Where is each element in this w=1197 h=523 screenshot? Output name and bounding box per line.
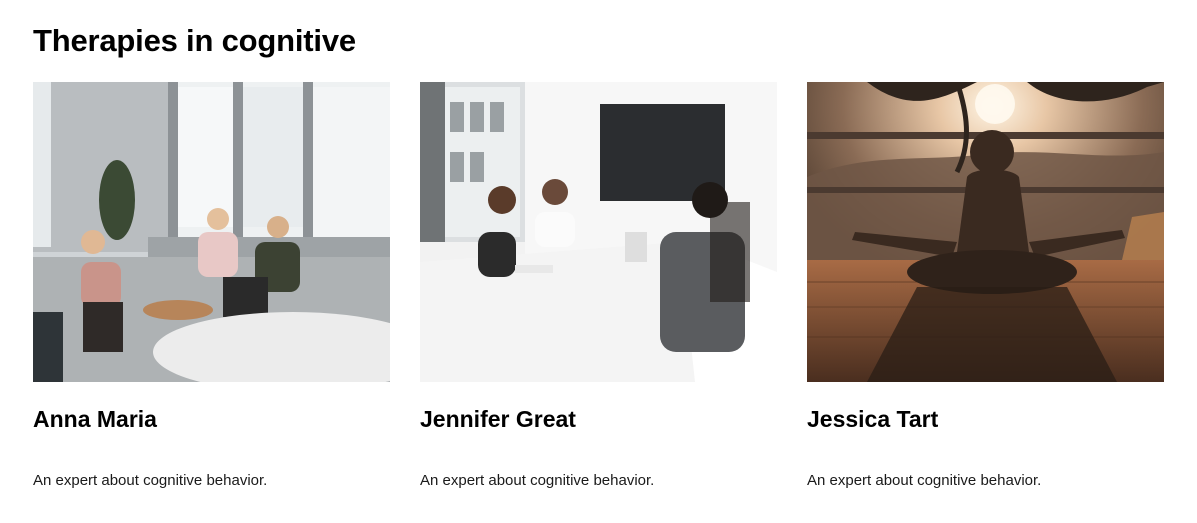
conference-table-photo (420, 82, 777, 382)
therapist-name: Jennifer Great (420, 406, 576, 432)
therapist-card[interactable]: Anna Maria An expert about cognitive beh… (33, 82, 390, 491)
therapist-description: An expert about cognitive behavior. (807, 472, 1042, 489)
therapist-card[interactable]: Jessica Tart An expert about cognitive b… (807, 82, 1164, 491)
section-title: Therapies in cognitive (33, 23, 356, 58)
therapies-section: Therapies in cognitive Anna Maria An exp… (0, 0, 1197, 523)
therapist-description: An expert about cognitive behavior. (420, 472, 655, 489)
sunset-meditation-photo (807, 82, 1164, 382)
therapist-card[interactable]: Jennifer Great An expert about cognitive… (420, 82, 777, 491)
therapist-name: Jessica Tart (807, 406, 939, 432)
office-meeting-photo (33, 82, 390, 382)
therapist-description: An expert about cognitive behavior. (33, 472, 268, 489)
therapist-name: Anna Maria (33, 406, 157, 432)
therapist-cards: Anna Maria An expert about cognitive beh… (33, 82, 1164, 491)
